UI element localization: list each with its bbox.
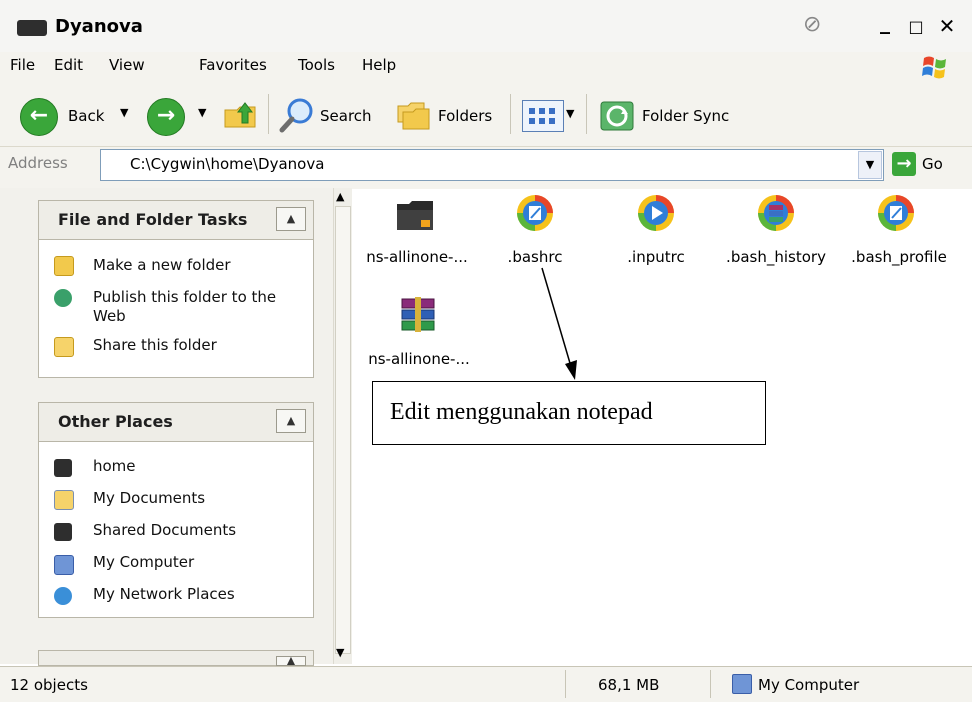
publish-folder-link[interactable]: Publish this folder to the bbox=[93, 288, 276, 306]
share-folder-link[interactable]: Share this folder bbox=[93, 336, 217, 354]
menu-file[interactable]: File bbox=[10, 56, 35, 74]
status-separator bbox=[710, 670, 711, 698]
maximize-button[interactable]: □ bbox=[903, 17, 929, 36]
window-drive-icon bbox=[17, 20, 47, 36]
winrar-file-icon[interactable] bbox=[756, 193, 796, 233]
file-ns-allinone-folder[interactable]: ns-allinone-... bbox=[362, 248, 472, 266]
other-places-title[interactable]: Other Places bbox=[58, 412, 173, 431]
views-icon[interactable] bbox=[522, 100, 564, 132]
status-separator bbox=[565, 670, 566, 698]
folder-icon[interactable] bbox=[395, 196, 435, 236]
home-folder-icon bbox=[54, 459, 72, 477]
up-folder-icon[interactable] bbox=[222, 96, 258, 132]
address-label: Address bbox=[8, 154, 68, 172]
notepad-file-icon[interactable] bbox=[515, 193, 555, 233]
toolbar-separator bbox=[586, 94, 587, 134]
address-value[interactable]: C:\Cygwin\home\Dyanova bbox=[130, 155, 324, 173]
publish-folder-link-cont[interactable]: Web bbox=[93, 307, 126, 325]
place-my-network-places[interactable]: My Network Places bbox=[93, 585, 235, 603]
search-icon[interactable] bbox=[278, 96, 316, 134]
make-new-folder-link[interactable]: Make a new folder bbox=[93, 256, 231, 274]
forward-arrow-icon[interactable]: → bbox=[147, 98, 185, 136]
details-collapse-button[interactable]: ▲ bbox=[276, 656, 306, 666]
no-sign-icon: ⊘ bbox=[803, 12, 822, 37]
place-home[interactable]: home bbox=[93, 457, 136, 475]
menu-bar bbox=[0, 52, 972, 82]
back-dropdown-icon[interactable]: ▼ bbox=[120, 106, 128, 119]
folder-sync-button[interactable]: Folder Sync bbox=[642, 107, 729, 125]
network-places-icon bbox=[54, 587, 72, 605]
status-location: My Computer bbox=[758, 676, 860, 694]
file-bash-history[interactable]: .bash_history bbox=[718, 248, 834, 266]
minimize-button[interactable]: _ bbox=[872, 10, 898, 34]
place-shared-documents[interactable]: Shared Documents bbox=[93, 521, 236, 539]
shared-documents-icon bbox=[54, 523, 72, 541]
title-bar[interactable] bbox=[0, 0, 972, 52]
place-my-documents[interactable]: My Documents bbox=[93, 489, 205, 507]
share-folder-icon bbox=[54, 337, 74, 357]
forward-dropdown-icon[interactable]: ▼ bbox=[198, 106, 206, 119]
go-arrow-icon[interactable]: → bbox=[892, 152, 916, 176]
winrar-archive-icon[interactable] bbox=[398, 295, 438, 335]
folder-sync-icon[interactable] bbox=[598, 96, 636, 134]
place-my-computer[interactable]: My Computer bbox=[93, 553, 194, 571]
toolbar-separator bbox=[268, 94, 269, 134]
details-header[interactable] bbox=[38, 650, 314, 666]
file-inputrc[interactable]: .inputrc bbox=[614, 248, 698, 266]
annotation-text: Edit menggunakan notepad bbox=[390, 399, 653, 425]
menu-view[interactable]: View bbox=[109, 56, 145, 74]
new-folder-icon bbox=[54, 256, 74, 276]
back-arrow-icon[interactable]: ← bbox=[20, 98, 58, 136]
my-computer-icon bbox=[54, 555, 74, 575]
menu-help[interactable]: Help bbox=[362, 56, 396, 74]
other-places-collapse-button[interactable]: ▲ bbox=[276, 409, 306, 433]
publish-web-icon bbox=[54, 289, 72, 307]
views-dropdown-icon[interactable]: ▼ bbox=[566, 107, 574, 120]
menu-edit[interactable]: Edit bbox=[54, 56, 83, 74]
annotation-arrow bbox=[530, 260, 590, 384]
file-bash-profile[interactable]: .bash_profile bbox=[844, 248, 954, 266]
menu-favorites[interactable]: Favorites bbox=[199, 56, 267, 74]
windows-logo-icon bbox=[922, 54, 948, 80]
search-button[interactable]: Search bbox=[320, 107, 372, 125]
window-title: Dyanova bbox=[55, 16, 143, 37]
notepad-file-icon[interactable] bbox=[876, 193, 916, 233]
go-button[interactable]: Go bbox=[922, 155, 943, 173]
file-ns-allinone-archive[interactable]: ns-allinone-... bbox=[364, 350, 474, 368]
my-documents-icon bbox=[54, 490, 74, 510]
close-button[interactable]: ✕ bbox=[934, 14, 960, 38]
status-size: 68,1 MB bbox=[598, 676, 660, 694]
media-file-icon[interactable] bbox=[636, 193, 676, 233]
address-dropdown-icon[interactable]: ▼ bbox=[858, 151, 882, 179]
scroll-up-icon[interactable]: ▲ bbox=[336, 190, 344, 203]
file-tasks-collapse-button[interactable]: ▲ bbox=[276, 207, 306, 231]
file-tasks-title[interactable]: File and Folder Tasks bbox=[58, 210, 247, 229]
scrollbar-thumb[interactable] bbox=[335, 206, 351, 654]
menu-tools[interactable]: Tools bbox=[298, 56, 335, 74]
status-object-count: 12 objects bbox=[10, 676, 88, 694]
back-button[interactable]: Back bbox=[68, 107, 104, 125]
my-computer-icon bbox=[732, 674, 752, 694]
folders-button[interactable]: Folders bbox=[438, 107, 492, 125]
toolbar-separator bbox=[510, 94, 511, 134]
scroll-down-icon[interactable]: ▼ bbox=[336, 646, 344, 659]
folders-icon[interactable] bbox=[394, 96, 432, 134]
